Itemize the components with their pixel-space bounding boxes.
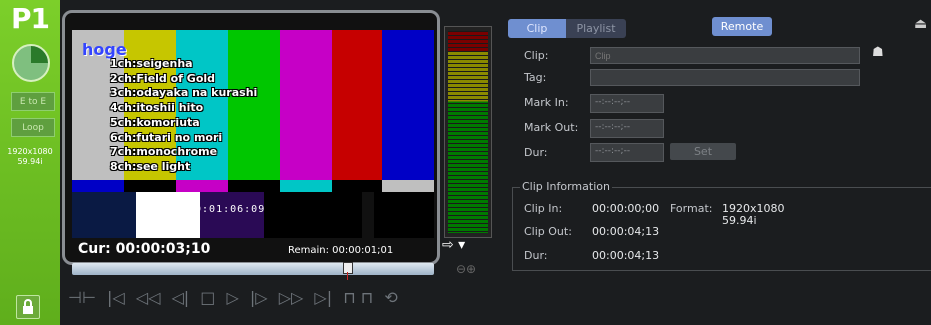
mark-in-label: Mark In:: [524, 96, 569, 109]
playhead-marker: [347, 272, 349, 280]
step-forward-icon[interactable]: |▷: [250, 288, 268, 307]
clip-info-title: Clip Information: [520, 180, 612, 193]
channel-item: 1ch:seigenha: [110, 57, 193, 70]
channel-list: 1ch:seigenha 2ch:Field of Gold 3ch:odaya…: [110, 57, 257, 175]
zoom-icon[interactable]: ⊖⊕: [456, 262, 476, 276]
resolution-line2: 59.94i: [17, 157, 43, 166]
inset-timecode: 00:01:06:09: [188, 204, 266, 215]
channel-item: 2ch:Field of Gold: [110, 71, 216, 85]
channel-item: 3ch:odayaka na kurashi: [110, 86, 258, 100]
loop-button[interactable]: Loop: [11, 118, 55, 137]
tag-label: Tag:: [524, 71, 547, 84]
fast-forward-icon[interactable]: ▷▷: [279, 288, 304, 307]
info-dur-label: Dur:: [524, 249, 548, 262]
mark-in-out-icon[interactable]: ⊣⊢: [68, 288, 96, 307]
recue-icon[interactable]: ⟲: [384, 288, 397, 307]
channel-item: 4ch:itoshii hito: [110, 101, 204, 115]
clip-in-value: 00:00:00;00: [592, 202, 660, 215]
step-back-icon[interactable]: ◁|: [171, 288, 189, 307]
output-arrow-button[interactable]: ⇨ ▾: [442, 237, 465, 253]
mark-in-field[interactable]: --:--:--;--: [590, 94, 664, 113]
lock-icon: [23, 299, 33, 314]
tab-clip[interactable]: Clip: [508, 19, 566, 38]
transport-controls: ⊣⊢ |◁ ◁◁ ◁| □ ▷ |▷ ▷▷ ▷| ⊓ ⊓ ⟲: [68, 288, 404, 307]
channel-item: 5ch:komoriuta: [110, 115, 200, 129]
dur-label: Dur:: [524, 146, 548, 159]
set-button[interactable]: Set: [670, 143, 736, 160]
resolution-line1: 1920x1080: [7, 147, 53, 156]
clip-info-group: [512, 187, 931, 271]
audio-meter: [444, 26, 492, 238]
lock-button[interactable]: [16, 295, 40, 319]
remain-timecode: Remain: 00:00:01;01: [288, 245, 394, 256]
channel-item: 8ch:see light: [110, 159, 191, 173]
go-to-end-icon[interactable]: ▷|: [314, 288, 332, 307]
remote-button[interactable]: Remote: [712, 17, 772, 36]
channel-title: P1: [10, 2, 50, 35]
marker-icon[interactable]: ⊓ ⊓: [343, 288, 373, 307]
clip-browse-icon[interactable]: ☗: [872, 45, 884, 60]
tab-bar: Clip Playlist: [508, 17, 626, 38]
play-icon[interactable]: ▷: [226, 288, 238, 307]
go-to-start-icon[interactable]: |◁: [107, 288, 125, 307]
clip-label: Clip:: [524, 49, 549, 62]
mark-out-label: Mark Out:: [524, 121, 579, 134]
status-dial-icon: [12, 44, 50, 82]
current-timecode: Cur: 00:00:03;10: [78, 241, 211, 257]
playhead-handle[interactable]: [343, 262, 354, 274]
e-to-e-button[interactable]: E to E: [11, 92, 55, 111]
info-dur-value: 00:00:04;13: [592, 249, 660, 262]
scrub-bar[interactable]: [72, 263, 434, 275]
dur-field[interactable]: --:--:--;--: [590, 143, 664, 162]
eject-icon[interactable]: ⏏: [914, 16, 927, 32]
rewind-icon[interactable]: ◁◁: [136, 288, 161, 307]
channel-item: 7ch:monochrome: [110, 145, 218, 159]
format-label: Format:: [670, 202, 713, 215]
channel-item: 6ch:futari no mori: [110, 130, 223, 144]
resolution-text: 1920x1080 59.94i: [0, 147, 60, 167]
clip-in-label: Clip In:: [524, 202, 563, 215]
clip-out-value: 00:00:04;13: [592, 225, 660, 238]
clip-field[interactable]: [590, 47, 860, 64]
tag-field[interactable]: [590, 69, 860, 86]
tab-playlist[interactable]: Playlist: [566, 19, 626, 38]
clip-out-label: Clip Out:: [524, 225, 572, 238]
mark-out-field[interactable]: --:--:--;--: [590, 119, 664, 138]
format-value-line2: 59.94i: [722, 214, 757, 227]
stop-icon[interactable]: □: [200, 288, 215, 307]
